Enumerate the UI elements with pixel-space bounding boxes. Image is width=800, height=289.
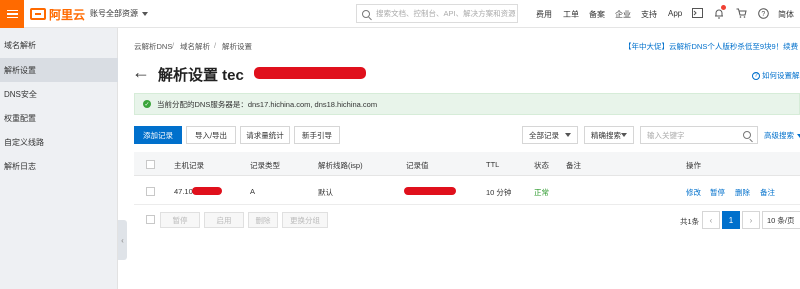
chevron-down-icon — [621, 133, 627, 137]
select-all-checkbox[interactable] — [146, 160, 155, 169]
pager-page-current[interactable]: 1 — [722, 211, 740, 229]
check-circle-icon: ✓ — [143, 100, 151, 108]
question-icon: ? — [752, 71, 760, 80]
request-stats-button[interactable]: 请求量统计 — [240, 126, 290, 144]
breadcrumb-domain-dns[interactable]: 域名解析 — [180, 41, 210, 52]
sidebar-title: 域名解析 — [4, 41, 36, 50]
nav-billing[interactable]: 费用 — [536, 9, 552, 20]
breadcrumb-separator: / — [214, 41, 217, 50]
beginner-guide-button[interactable]: 新手引导 — [294, 126, 340, 144]
svg-text:?: ? — [761, 11, 765, 18]
nav-app[interactable]: App — [668, 9, 682, 18]
account-selector[interactable]: 账号全部资源 — [90, 8, 148, 19]
total-count: 共1条 — [680, 217, 700, 226]
help-icon[interactable]: ? — [756, 6, 770, 20]
sidebar-item-weight-config[interactable]: 权重配置 — [0, 106, 118, 130]
menu-icon[interactable] — [0, 0, 24, 28]
nav-beian[interactable]: 备案 — [589, 9, 605, 20]
page-size-select[interactable]: 10 条/页 — [762, 211, 800, 229]
promo-link[interactable]: 【年中大促】云解析DNS个人版秒杀低至9块9！续费 — [624, 41, 798, 52]
nav-enterprise[interactable]: 企业 — [615, 9, 631, 20]
exact-search-select[interactable]: 精确搜索 — [584, 126, 634, 144]
import-export-button[interactable]: 导入/导出 — [186, 126, 236, 144]
redaction-mark — [192, 187, 222, 195]
aliyun-logo-icon — [30, 8, 46, 20]
column-header-value: 记录值 — [406, 161, 429, 170]
column-header-line: 解析线路(isp) — [318, 161, 363, 170]
nav-tickets[interactable]: 工单 — [563, 9, 579, 20]
breadcrumb-cloud-dns[interactable]: 云解析DNS — [134, 41, 172, 52]
cart-icon[interactable] — [734, 6, 748, 20]
keyword-search-input[interactable]: 输入关键字 — [640, 126, 758, 144]
chevron-down-icon — [565, 133, 571, 137]
pager-prev-icon[interactable]: ‹ — [702, 211, 720, 229]
nav-support[interactable]: 支持 — [641, 9, 657, 20]
chevron-left-icon: ‹ — [121, 235, 124, 245]
search-icon[interactable] — [743, 131, 751, 139]
help-link[interactable]: ? 如何设置解析 — [752, 70, 800, 81]
sidebar-item-dns-logs[interactable]: 解析日志 — [0, 154, 118, 178]
cell-ttl: 10 分钟 — [486, 188, 512, 197]
cell-type: A — [250, 187, 256, 196]
batch-change-group-button[interactable]: 更换分组 — [282, 212, 328, 228]
bell-icon[interactable] — [712, 5, 726, 20]
batch-enable-button[interactable]: 启用 — [204, 212, 244, 228]
notification-dot — [721, 5, 726, 10]
advanced-search-toggle[interactable]: 高级搜索 — [764, 130, 800, 141]
column-header-remark: 备注 — [566, 161, 581, 170]
column-header-type: 记录类型 — [250, 161, 280, 170]
record-filter-select[interactable]: 全部记录 — [522, 126, 578, 144]
row-checkbox[interactable] — [146, 187, 155, 196]
language-switch[interactable]: 简体 — [778, 9, 794, 20]
status-badge: 正常 — [534, 188, 549, 197]
sidebar-item-dns-security[interactable]: DNS安全 — [0, 82, 118, 106]
batch-select-checkbox[interactable] — [146, 215, 155, 224]
batch-delete-button[interactable]: 删除 — [248, 212, 278, 228]
back-arrow-icon[interactable]: ← — [132, 62, 150, 83]
redaction-mark — [404, 187, 456, 195]
batch-pause-button[interactable]: 暂停 — [160, 212, 200, 228]
column-header-ttl: TTL — [486, 160, 500, 169]
remark-link[interactable]: 备注 — [760, 187, 775, 198]
add-record-button[interactable]: 添加记录 — [134, 126, 182, 144]
sidebar-collapse-handle[interactable]: ‹ — [118, 220, 127, 260]
pause-link[interactable]: 暂停 — [710, 187, 725, 198]
sidebar-item-custom-lines[interactable]: 自定义线路 — [0, 130, 118, 154]
breadcrumb-current: 解析设置 — [222, 42, 252, 51]
column-header-actions: 操作 — [686, 161, 701, 170]
column-header-host: 主机记录 — [174, 161, 204, 170]
redaction-mark — [254, 67, 366, 79]
terminal-icon[interactable] — [690, 6, 704, 20]
sidebar-item-dns-settings[interactable]: 解析设置 — [0, 58, 118, 82]
breadcrumb-separator: / — [172, 41, 175, 50]
delete-link[interactable]: 删除 — [735, 187, 750, 198]
global-search-input[interactable]: 搜索文档、控制台、API、解决方案和资源 — [356, 4, 518, 23]
column-header-status: 状态 — [534, 161, 549, 170]
aliyun-logo[interactable]: 阿里云 — [30, 6, 85, 22]
cell-line: 默认 — [318, 188, 333, 197]
cell-host: 47.10 — [174, 187, 193, 196]
chevron-down-icon — [142, 11, 148, 16]
pager-next-icon[interactable]: › — [742, 211, 760, 229]
dns-server-notice: ✓ 当前分配的DNS服务器是：dns17.hichina.com, dns18.… — [134, 93, 800, 115]
page-title: 解析设置 tec — [158, 67, 244, 84]
edit-link[interactable]: 修改 — [686, 187, 701, 198]
search-icon — [362, 9, 370, 18]
